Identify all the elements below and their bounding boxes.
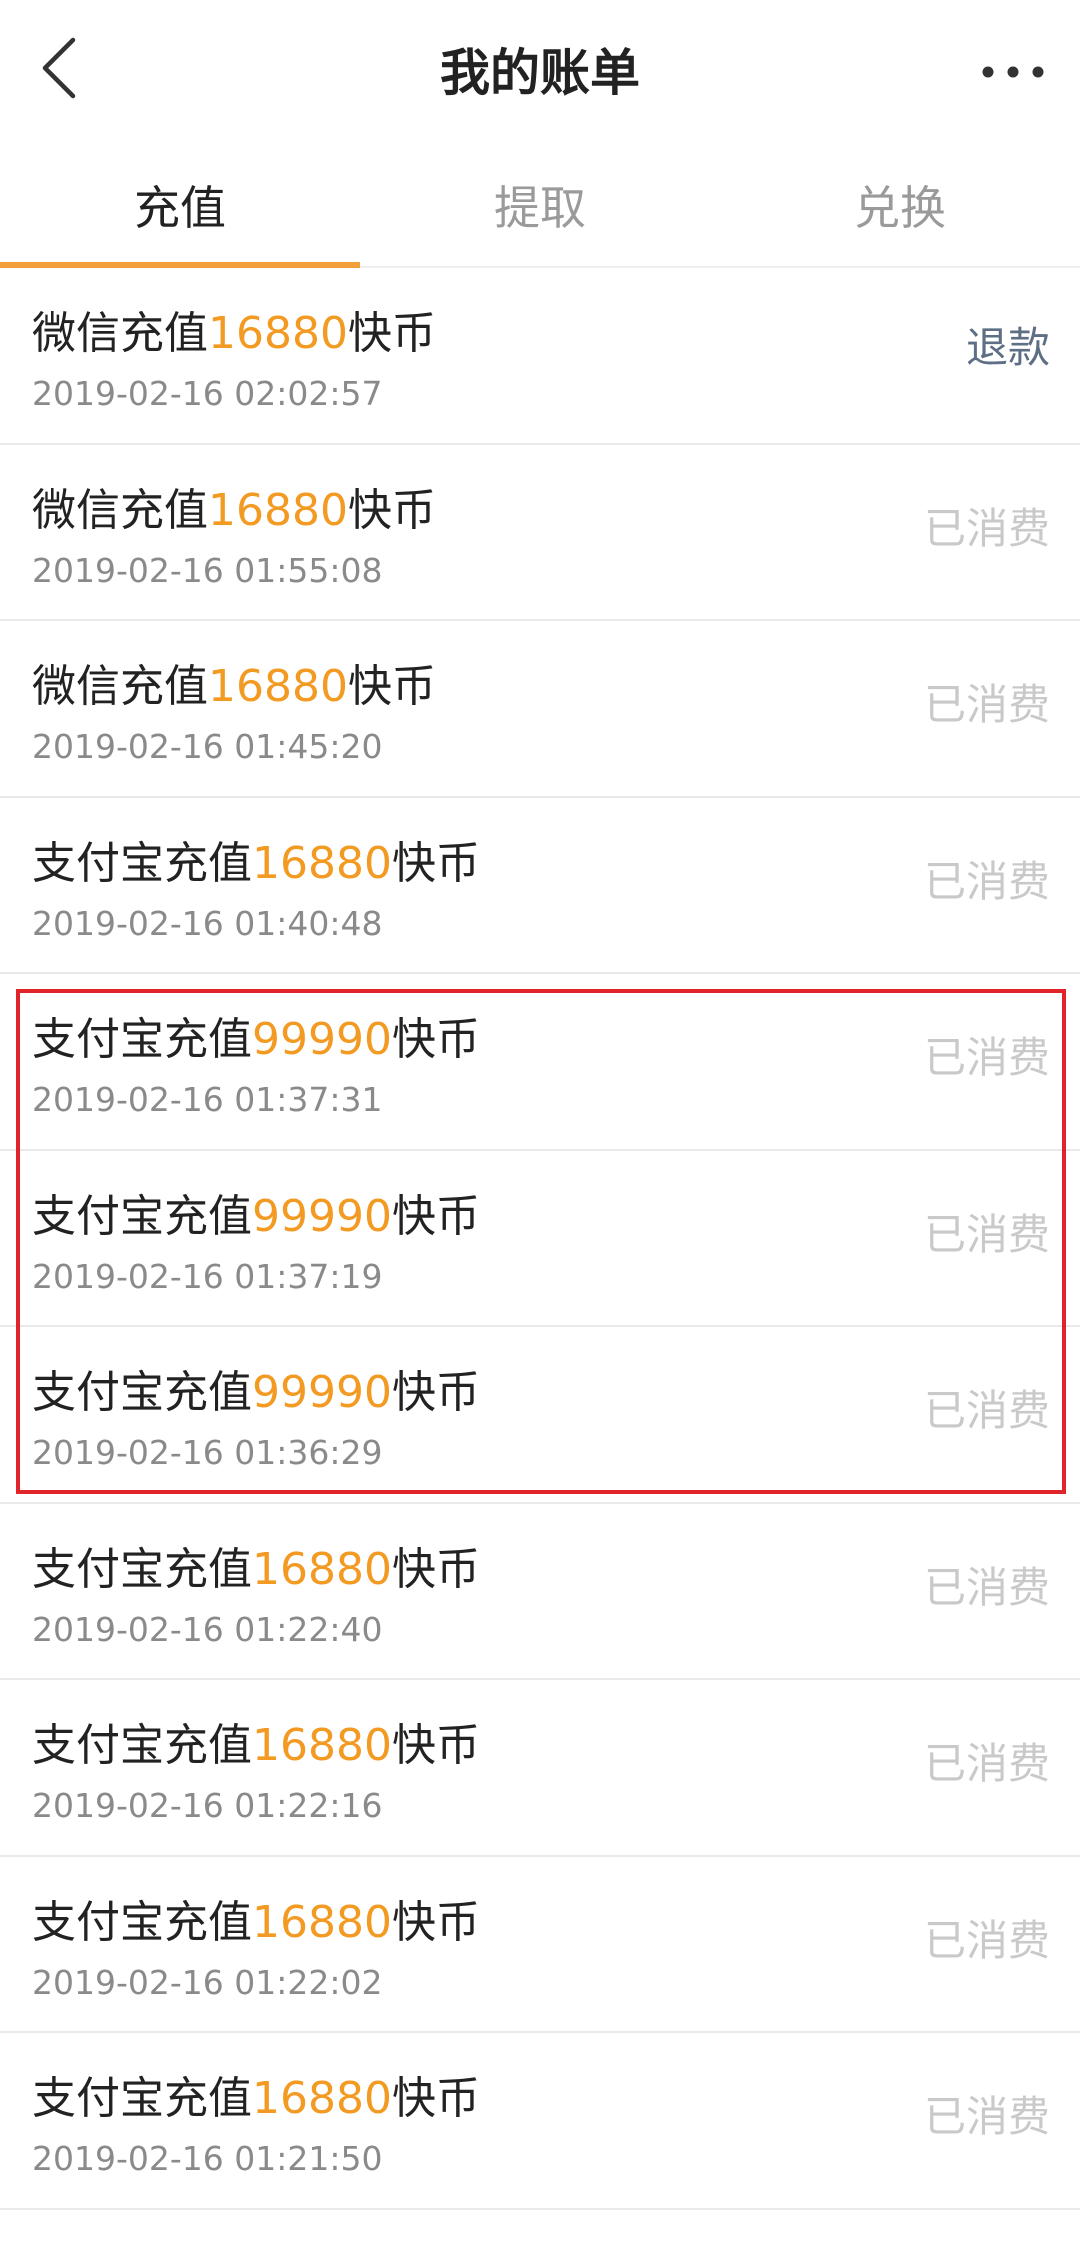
tab-exchange[interactable]: 兑换 xyxy=(720,150,1080,266)
record-amount: 16880 xyxy=(252,2073,392,2124)
record-time: 2019-02-16 01:37:31 xyxy=(32,1080,383,1119)
list-item[interactable]: 支付宝充值16880快币 2019-02-16 01:21:50 已消费 xyxy=(0,2033,1080,2210)
top-bar: 我的账单 xyxy=(0,0,1080,150)
list-item[interactable]: 支付宝充值99990快币 2019-02-16 01:37:31 已消费 xyxy=(0,974,1080,1151)
record-amount: 16880 xyxy=(252,1543,392,1595)
tab-recharge[interactable]: 充值 xyxy=(0,150,360,266)
list-item[interactable]: 支付宝充值16880快币 2019-02-16 01:22:16 已消费 xyxy=(0,1680,1080,1857)
record-title: 支付宝充值99990快币 xyxy=(32,1190,480,1242)
refund-button[interactable]: 退款 xyxy=(966,320,1050,376)
record-amount: 99990 xyxy=(252,1367,392,1418)
list-item[interactable]: 支付宝充值99990快币 2019-02-16 01:36:29 已消费 xyxy=(0,1327,1080,1504)
record-title: 支付宝充值16880快币 xyxy=(32,2073,480,2124)
record-status: 已消费 xyxy=(923,856,1050,906)
list-item[interactable]: 微信充值16880快币 2019-02-16 01:45:20 已消费 xyxy=(0,621,1080,798)
record-time: 2019-02-16 02:02:57 xyxy=(32,374,383,413)
record-status: 已消费 xyxy=(923,680,1050,729)
record-status: 已消费 xyxy=(923,1739,1050,1788)
record-time: 2019-02-16 01:40:48 xyxy=(32,903,383,943)
record-amount: 99990 xyxy=(252,1014,392,1065)
record-status: 已消费 xyxy=(923,1915,1050,1965)
record-time: 2019-02-16 01:22:02 xyxy=(32,1962,383,2002)
record-status: 已消费 xyxy=(923,1562,1050,1612)
record-status: 已消费 xyxy=(923,1209,1050,1259)
record-title: 支付宝充值16880快币 xyxy=(32,1543,480,1595)
back-button[interactable] xyxy=(24,28,94,108)
record-time: 2019-02-16 01:36:29 xyxy=(32,1433,383,1472)
record-title: 支付宝充值99990快币 xyxy=(32,1367,480,1418)
record-amount: 16880 xyxy=(252,837,392,889)
list-item[interactable]: 微信充值16880快币 2019-02-16 02:02:57 退款 xyxy=(0,268,1080,445)
record-status: 已消费 xyxy=(923,503,1050,553)
record-amount: 16880 xyxy=(252,1896,392,1948)
record-time: 2019-02-16 01:21:50 xyxy=(32,2139,383,2178)
record-title: 支付宝充值16880快币 xyxy=(32,1720,480,1771)
record-title: 支付宝充值99990快币 xyxy=(32,1014,480,1065)
tab-withdraw[interactable]: 提取 xyxy=(360,150,720,266)
record-time: 2019-02-16 01:55:08 xyxy=(32,550,383,590)
record-title: 微信充值16880快币 xyxy=(32,308,436,359)
record-status: 已消费 xyxy=(923,2092,1050,2141)
record-title: 微信充值16880快币 xyxy=(32,661,436,712)
record-time: 2019-02-16 01:22:40 xyxy=(32,1609,383,1649)
record-status: 已消费 xyxy=(923,1386,1050,1435)
record-time: 2019-02-16 01:45:20 xyxy=(32,727,383,766)
record-amount: 99990 xyxy=(252,1190,392,1242)
list-item[interactable]: 支付宝充值16880快币 2019-02-16 01:22:02 已消费 xyxy=(0,1857,1080,2033)
chevron-left-icon xyxy=(42,37,76,99)
more-horizontal-icon xyxy=(982,66,1044,78)
list-item[interactable]: 支付宝充值16880快币 2019-02-16 01:22:40 已消费 xyxy=(0,1504,1080,1680)
record-time: 2019-02-16 01:22:16 xyxy=(32,1786,383,1825)
more-button[interactable] xyxy=(968,34,1058,110)
record-amount: 16880 xyxy=(208,661,348,712)
tab-bar: 充值 提取 兑换 xyxy=(0,150,1080,268)
page-title: 我的账单 xyxy=(440,44,640,102)
record-title: 支付宝充值16880快币 xyxy=(32,837,480,889)
record-amount: 16880 xyxy=(208,484,348,536)
list-item[interactable]: 微信充值16880快币 2019-02-16 01:55:08 已消费 xyxy=(0,445,1080,621)
record-amount: 16880 xyxy=(252,1720,392,1771)
bill-list: 微信充值16880快币 2019-02-16 02:02:57 退款 微信充值1… xyxy=(0,268,1080,2210)
record-time: 2019-02-16 01:37:19 xyxy=(32,1256,383,1296)
list-item[interactable]: 支付宝充值99990快币 2019-02-16 01:37:19 已消费 xyxy=(0,1151,1080,1327)
list-item[interactable]: 支付宝充值16880快币 2019-02-16 01:40:48 已消费 xyxy=(0,798,1080,974)
record-title: 支付宝充值16880快币 xyxy=(32,1896,480,1948)
record-title: 微信充值16880快币 xyxy=(32,484,436,536)
record-status: 已消费 xyxy=(923,1033,1050,1082)
record-amount: 16880 xyxy=(208,308,348,359)
